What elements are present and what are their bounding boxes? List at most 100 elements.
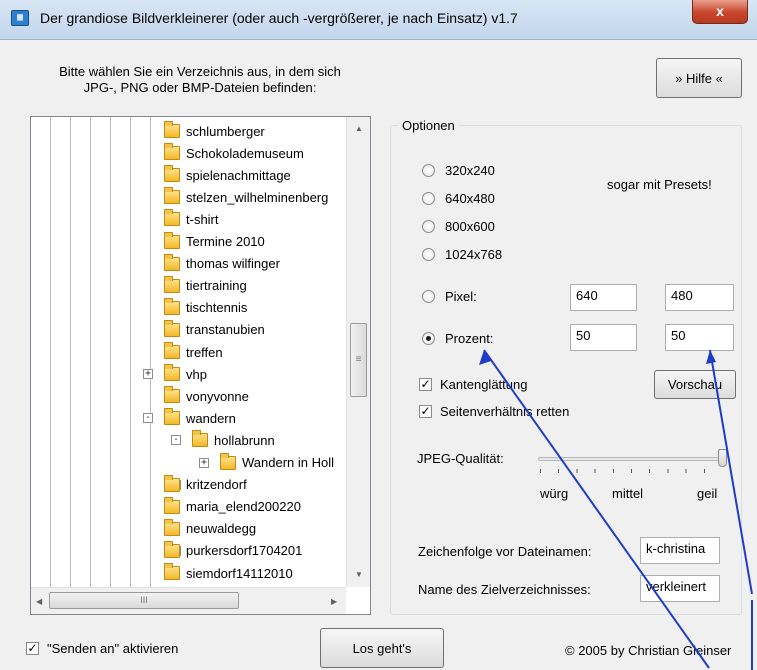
radio-button-icon[interactable] <box>422 164 435 177</box>
target-folder-label: Name des Zielverzeichnisses: <box>418 582 591 597</box>
pixel-label: Pixel: <box>445 289 477 304</box>
tree-item[interactable]: treffen <box>164 341 223 363</box>
radio-preset-800x600[interactable]: 800x600 <box>422 219 495 234</box>
horizontal-scroll-thumb[interactable]: III <box>49 592 239 609</box>
tree-item[interactable]: transtanubien <box>164 319 265 341</box>
radio-button-icon[interactable] <box>422 192 435 205</box>
tree-item[interactable]: Schokolademuseum <box>164 142 304 164</box>
jpeg-high-label: geil <box>697 486 718 501</box>
scroll-down-arrow-icon[interactable]: ▼ <box>355 570 363 579</box>
tree-item-label: siemdorf14112010 <box>186 565 293 581</box>
tree-item[interactable]: purkersdorf1704201 <box>164 540 302 562</box>
vertical-scrollbar[interactable]: ▲ ≡ ▼ <box>346 117 370 587</box>
folder-icon <box>164 386 180 404</box>
aspect-checkbox-row[interactable]: ✓ Seitenverhältnis retten <box>419 404 569 419</box>
collapse-minus-icon[interactable]: - <box>143 413 153 424</box>
tree-item[interactable]: spielenachmittage <box>164 164 291 186</box>
tree-item[interactable]: vonyvonne <box>164 385 249 407</box>
radio-preset-320x240[interactable]: 320x240 <box>422 163 495 178</box>
tree-item[interactable]: kritzendorf <box>164 474 247 496</box>
percent-label: Prozent: <box>445 331 494 346</box>
folder-icon <box>164 187 180 205</box>
folder-icon <box>164 319 180 337</box>
folder-icon <box>192 430 208 448</box>
tree-item[interactable]: Termine 2010 <box>164 231 265 253</box>
tree-item-label: tiertraining <box>186 278 247 294</box>
target-folder-input[interactable]: verkleinert <box>640 575 720 602</box>
window-title: Der grandiose Bildverkleinerer (oder auc… <box>40 10 518 26</box>
tree-item[interactable]: stelzen_wilhelminenberg <box>164 186 328 208</box>
antialias-label: Kantenglättung <box>440 377 528 392</box>
jpeg-quality-slider[interactable] <box>538 457 723 461</box>
tree-item-label: t-shirt <box>186 211 219 227</box>
preview-button[interactable]: Vorschau <box>654 370 736 399</box>
antialias-checkbox-row[interactable]: ✓ Kantenglättung <box>419 377 527 392</box>
expand-plus-icon[interactable]: + <box>143 369 153 380</box>
scroll-right-arrow-icon[interactable]: ▶ <box>331 597 337 606</box>
tree-item-label: kritzendorf <box>186 477 247 493</box>
tree-item-label: neuwaldegg <box>186 521 257 537</box>
percent-height-input[interactable]: 50 <box>665 324 734 351</box>
radio-button-icon[interactable] <box>422 290 435 303</box>
instruction-text: Bitte wählen Sie ein Verzeichnis aus, in… <box>30 64 370 96</box>
horizontal-scrollbar[interactable]: ◀ III ▶ <box>31 587 346 614</box>
scroll-left-arrow-icon[interactable]: ◀ <box>36 597 42 606</box>
close-button[interactable]: x <box>692 0 748 24</box>
radio-pixel[interactable]: Pixel: <box>422 289 477 304</box>
checkbox-checked-icon[interactable]: ✓ <box>419 378 432 391</box>
radio-preset-1024x768[interactable]: 1024x768 <box>422 247 502 262</box>
radio-button-icon[interactable] <box>422 220 435 233</box>
tree-item-label: wandern <box>186 410 236 426</box>
folder-icon <box>164 209 180 227</box>
tree-item-label: transtanubien <box>186 322 265 338</box>
app-icon: ▦ <box>11 10 29 26</box>
expand-plus-icon[interactable]: + <box>199 457 209 468</box>
jpeg-quality-slider-thumb[interactable] <box>718 449 727 467</box>
tree-item[interactable]: hollabrunn <box>192 429 275 451</box>
folder-icon <box>164 518 180 536</box>
send-to-checkbox-row[interactable]: ✓ "Senden an" aktivieren <box>26 641 178 656</box>
tree-item-label: schlumberger <box>186 123 265 139</box>
radio-button-selected-icon[interactable] <box>422 332 435 345</box>
tree-item[interactable]: tischtennis <box>164 297 247 319</box>
folder-icon <box>220 452 236 470</box>
aspect-label: Seitenverhältnis retten <box>440 404 570 419</box>
tree-item[interactable]: neuwaldegg <box>164 518 256 540</box>
radio-button-icon[interactable] <box>422 248 435 261</box>
presets-note: sogar mit Presets! <box>607 177 712 192</box>
checkbox-checked-icon[interactable]: ✓ <box>26 642 39 655</box>
collapse-minus-icon[interactable]: - <box>171 435 181 446</box>
tree-item-label: purkersdorf1704201 <box>186 543 303 559</box>
radio-percent[interactable]: Prozent: <box>422 331 493 346</box>
prefix-input[interactable]: k-christina <box>640 537 720 564</box>
tree-item-label: spielenachmittage <box>186 167 291 183</box>
folder-icon <box>164 253 180 271</box>
folder-icon <box>164 408 180 426</box>
tree-item[interactable]: vhp <box>164 363 207 385</box>
pixel-height-input[interactable]: 480 <box>665 284 734 311</box>
vertical-scroll-thumb[interactable]: ≡ <box>350 323 367 397</box>
send-to-label: "Senden an" aktivieren <box>47 641 179 656</box>
instruction-line-2: JPG-, PNG oder BMP-Dateien befinden: <box>83 80 317 95</box>
copyright-text: © 2005 by Christian Gleinser <box>565 643 732 658</box>
pixel-width-input[interactable]: 640 <box>570 284 637 311</box>
tree-item[interactable]: tiertraining <box>164 275 247 297</box>
go-button[interactable]: Los geht's <box>320 628 444 668</box>
tree-item[interactable]: maria_elend200220 <box>164 496 301 518</box>
checkbox-checked-icon[interactable]: ✓ <box>419 405 432 418</box>
tree-item[interactable]: thomas wilfinger <box>164 253 280 275</box>
percent-width-input[interactable]: 50 <box>570 324 637 351</box>
tree-item[interactable]: schlumberger <box>164 120 265 142</box>
tree-item[interactable]: siemdorf14112010 <box>164 562 293 584</box>
tree-item-label: maria_elend200220 <box>186 499 301 515</box>
tree-item[interactable]: t-shirt <box>164 208 219 230</box>
radio-preset-640x480[interactable]: 640x480 <box>422 191 495 206</box>
tree-item-label: treffen <box>186 344 223 360</box>
tree-item[interactable]: wandern <box>164 407 236 429</box>
tree-item-label: hollabrunn <box>214 432 275 448</box>
folder-tree[interactable]: schlumberger Schokolademuseum spielenachmi… <box>30 116 371 615</box>
scroll-up-arrow-icon[interactable]: ▲ <box>355 124 363 133</box>
help-button[interactable]: » Hilfe « <box>656 58 742 98</box>
folder-icon <box>164 297 180 315</box>
tree-item[interactable]: Wandern in Holl <box>220 452 334 474</box>
